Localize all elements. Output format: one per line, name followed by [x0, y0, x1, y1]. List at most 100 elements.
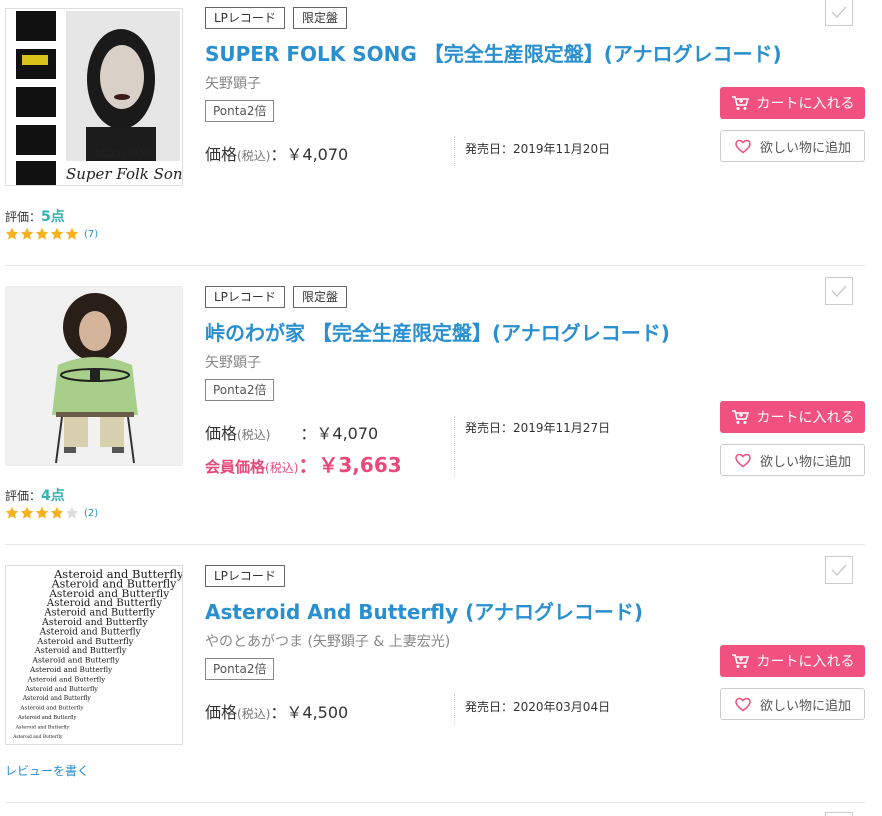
tag-limited[interactable]: 限定盤 [292, 7, 347, 29]
price: 価格(税込)：￥4,070 [205, 420, 378, 444]
add-to-wishlist-label: 欲しい物に追加 [759, 140, 851, 156]
cover-text-line: Asteroid and Butterfly [24, 685, 98, 693]
member-price-colon: ： [298, 453, 319, 477]
price-tax-note: (税込) [237, 428, 271, 442]
price-value: ￥4,500 [286, 703, 349, 722]
star-icon [50, 506, 64, 519]
cart-icon [731, 410, 749, 424]
rating-value: 5点 [41, 209, 65, 225]
heart-icon [735, 139, 751, 154]
rating-stars[interactable]: (7) [5, 227, 98, 241]
price-label: 価格 [205, 145, 238, 164]
tag-list: LPレコード 限定盤 [205, 7, 347, 29]
compare-checkbox[interactable] [825, 556, 853, 584]
cover-text-bottom: Super Folk Song [66, 165, 183, 183]
tag-lp-record[interactable]: LPレコード [205, 565, 285, 587]
tag-lp-record[interactable]: LPレコード [205, 7, 285, 29]
price-colon: ： [300, 424, 317, 443]
rating-value: 4点 [41, 488, 65, 504]
add-to-cart-label: カートに入れる [756, 654, 855, 670]
star-icon [5, 506, 19, 519]
add-to-cart-button[interactable]: カートに入れる [720, 87, 865, 119]
product-title[interactable]: 峠のわが家 【完全生産限定盤】(アナログレコード) [205, 317, 670, 346]
compare-checkbox[interactable] [825, 277, 853, 305]
artist-name[interactable]: 矢野顕子 [205, 352, 261, 372]
album-cover-art: Asteroid and ButterflyAsteroid and Butte… [6, 566, 182, 744]
cover-text-line: Asteroid and Butterfly [19, 706, 84, 712]
cover-text-top: AKIKO YANO [93, 150, 155, 160]
price: 価格(税込)：￥4,070 [205, 141, 348, 165]
ponta-badge: Ponta2倍 [205, 658, 275, 680]
cover-text-line: Asteroid and Butterfly [27, 675, 106, 683]
star-icon [50, 227, 64, 240]
add-to-cart-label: カートに入れる [756, 410, 855, 426]
product-cover-image[interactable] [5, 286, 183, 466]
price-colon: ： [270, 703, 287, 722]
add-to-wishlist-label: 欲しい物に追加 [759, 698, 851, 714]
compare-checkbox[interactable] [825, 0, 853, 26]
write-review-link[interactable]: レビューを書く [5, 762, 89, 779]
product-title[interactable]: Asteroid And Butterfly (アナログレコード) [205, 596, 643, 625]
star-icon [20, 227, 34, 240]
tag-limited[interactable]: 限定盤 [292, 286, 347, 308]
artist-name[interactable]: やのとあがつま (矢野顕子 & 上妻宏光) [205, 631, 450, 651]
star-icon [35, 506, 49, 519]
add-to-cart-button[interactable]: カートに入れる [720, 645, 865, 677]
add-to-cart-label: カートに入れる [756, 96, 855, 112]
divider [454, 694, 455, 724]
heart-icon [735, 697, 751, 712]
star-icon [35, 227, 49, 240]
artist-name[interactable]: 矢野顕子 [205, 73, 261, 93]
cover-text-line: Asteroid and Butterfly [15, 724, 70, 730]
price-tax-note: (税込) [237, 149, 271, 163]
product-cover-image[interactable]: AKIKO YANO Super Folk Song [5, 8, 183, 186]
add-to-wishlist-button[interactable]: 欲しい物に追加 [720, 444, 865, 476]
add-to-wishlist-button[interactable]: 欲しい物に追加 [720, 688, 865, 720]
rating-count[interactable]: (7) [84, 229, 98, 240]
add-to-wishlist-label: 欲しい物に追加 [759, 454, 851, 470]
cover-text-line: Asteroid and Butterfly [29, 665, 113, 674]
check-icon [831, 6, 847, 18]
member-price: 会員価格(税込)：￥3,663 [205, 449, 402, 478]
check-icon [831, 285, 847, 297]
cover-text-line: Asteroid and Butterfly [41, 617, 148, 628]
add-to-wishlist-button[interactable]: 欲しい物に追加 [720, 130, 865, 162]
price-value: ￥4,070 [286, 145, 349, 164]
rating-prefix: 評価： [5, 489, 42, 503]
product-title[interactable]: SUPER FOLK SONG 【完全生産限定盤】(アナログレコード) [205, 38, 782, 67]
cover-text-line: Asteroid and Butterfly [31, 656, 120, 665]
product-cover-image[interactable]: Asteroid and Butterfly Asteroid and Butte… [5, 565, 183, 745]
price-label: 価格 [205, 424, 238, 443]
item-divider [5, 265, 865, 266]
tag-lp-record[interactable]: LPレコード [205, 286, 285, 308]
cart-icon [731, 96, 749, 110]
member-price-tax-note: (税込) [265, 461, 299, 475]
cover-text-line: Asteroid and Butterfly [12, 735, 63, 740]
item-divider [5, 544, 865, 545]
tag-list: LPレコード 限定盤 [205, 286, 347, 308]
heart-icon [735, 453, 751, 468]
cover-text-line: Asteroid and Butterfly [17, 715, 77, 721]
add-to-cart-button[interactable]: カートに入れる [720, 401, 865, 433]
rating-count[interactable]: (2) [84, 508, 98, 519]
compare-checkbox-partial[interactable] [825, 812, 853, 816]
star-empty-icon [65, 506, 79, 519]
star-icon [65, 227, 79, 240]
price-colon: ： [270, 145, 287, 164]
cart-icon [731, 654, 749, 668]
price: 価格(税込)：￥4,500 [205, 699, 348, 723]
release-date: 発売日：2019年11月27日 [465, 421, 611, 435]
album-cover-art [6, 287, 182, 465]
star-icon [20, 506, 34, 519]
release-date: 発売日：2020年03月04日 [465, 700, 611, 714]
rating-label: 評価：5点 [5, 206, 65, 226]
tag-list: LPレコード [205, 565, 285, 587]
item-divider [5, 802, 865, 803]
rating-stars[interactable]: (2) [5, 506, 98, 520]
rating-label: 評価：4点 [5, 485, 65, 505]
star-icon [5, 227, 19, 240]
cover-text-line: Asteroid and Butterfly [22, 695, 92, 702]
divider [454, 416, 455, 476]
divider [454, 136, 455, 166]
member-price-label: 会員価格 [205, 458, 266, 476]
